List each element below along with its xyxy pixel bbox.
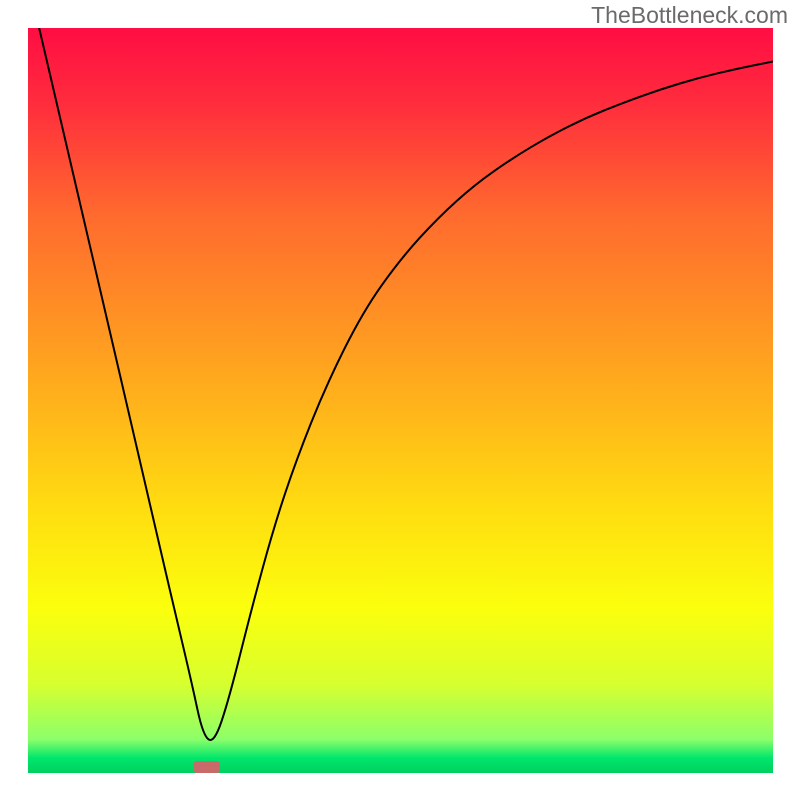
plot-background — [28, 28, 773, 773]
plot-svg — [28, 28, 773, 773]
plot-border — [28, 28, 773, 773]
optimal-zone-marker — [194, 761, 220, 773]
watermark-text: TheBottleneck.com — [591, 2, 788, 29]
chart-frame: TheBottleneck.com — [0, 0, 800, 800]
